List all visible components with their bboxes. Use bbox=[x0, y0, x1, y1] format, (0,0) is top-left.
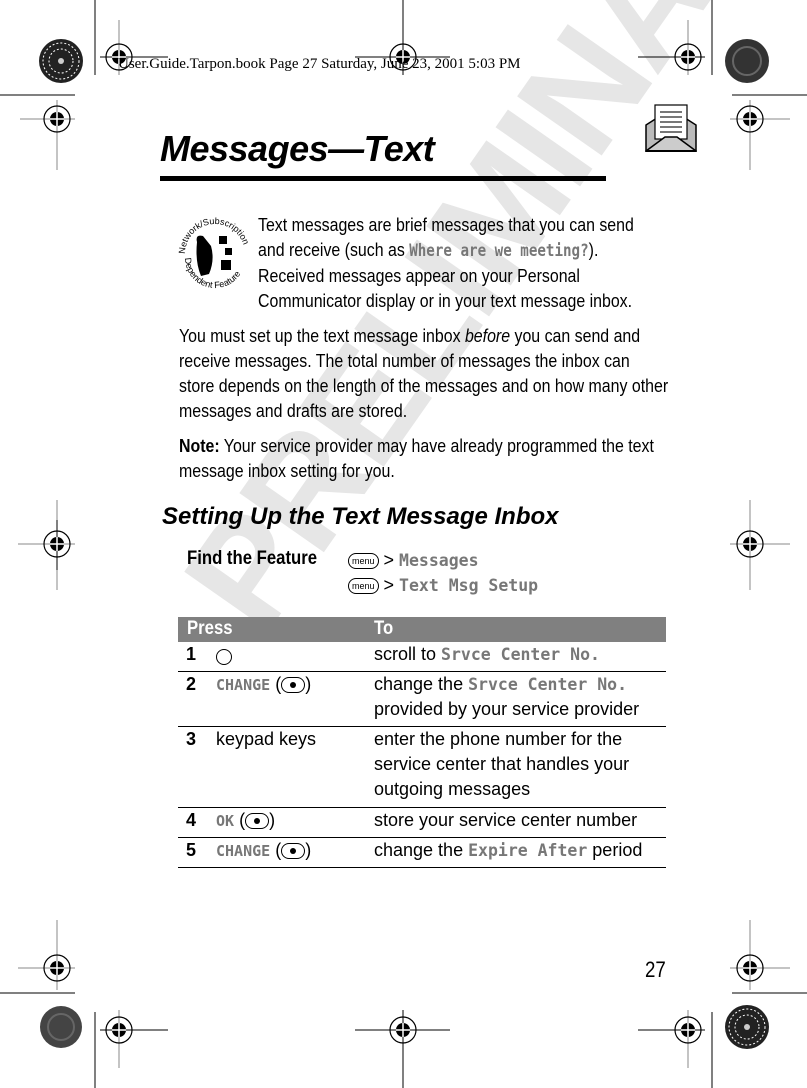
section-title: Setting Up the Text Message Inbox bbox=[162, 503, 559, 530]
crosshair-left-upper bbox=[20, 100, 75, 170]
procedure-table: Press To 1 scroll to Srvce Center No. 2 … bbox=[178, 617, 666, 868]
page-title: Messages—Text bbox=[160, 128, 435, 169]
title-rule bbox=[160, 176, 606, 181]
print-header: User.Guide.Tarpon.book Page 27 Saturday,… bbox=[118, 56, 521, 72]
star-mark-top-left bbox=[38, 38, 84, 84]
table-row: 5 CHANGE () change the Expire After peri… bbox=[178, 838, 666, 868]
table-row: 1 scroll to Srvce Center No. bbox=[178, 642, 666, 672]
find-feature-label: Find the Feature bbox=[187, 548, 318, 569]
intro-paragraph: Text messages are brief messages that yo… bbox=[258, 214, 634, 311]
svg-text:Dependent Feature: Dependent Feature bbox=[183, 257, 242, 290]
header-press: Press bbox=[187, 618, 233, 639]
crosshair-left-lower bbox=[18, 920, 75, 990]
envelope-message-icon bbox=[645, 104, 697, 152]
example-message: Where are we meeting? bbox=[409, 241, 589, 260]
table-row: 2 CHANGE () change the Srvce Center No. … bbox=[178, 672, 666, 727]
star-mark-bottom-left bbox=[40, 1006, 82, 1048]
table-row: 4 OK () store your service center number bbox=[178, 808, 666, 838]
table-row: 3 keypad keys enter the phone number for… bbox=[178, 727, 666, 808]
crosshair-bottom-left bbox=[100, 1010, 168, 1068]
table-header: Press To bbox=[178, 617, 666, 642]
crosshair-right-lower bbox=[730, 920, 790, 990]
star-mark-bottom-right bbox=[724, 1004, 770, 1050]
network-dependent-feature-icon: Network/Subscription Dependent Feature bbox=[177, 216, 251, 290]
crosshair-left-middle bbox=[18, 500, 75, 590]
menu-key-icon: menu bbox=[348, 553, 379, 570]
select-key-icon bbox=[281, 677, 306, 694]
crosshair-top-right bbox=[638, 20, 705, 75]
setup-paragraph: You must set up the text message inbox b… bbox=[179, 325, 669, 421]
crosshair-right-upper bbox=[730, 100, 790, 170]
menu-key-icon: menu bbox=[348, 578, 379, 595]
star-mark-top-right bbox=[725, 39, 769, 83]
crosshair-right-middle bbox=[730, 500, 790, 590]
select-key-icon bbox=[281, 843, 306, 860]
find-feature-path: menu > Messages menu > Text Msg Setup bbox=[348, 548, 538, 598]
svg-text:Network/Subscription: Network/Subscription bbox=[177, 216, 251, 254]
crosshair-bottom-right bbox=[638, 1010, 705, 1068]
navigation-key-icon bbox=[216, 649, 232, 666]
header-to: To bbox=[374, 618, 394, 639]
page-number: 27 bbox=[645, 957, 666, 982]
note-label: Note: bbox=[179, 435, 220, 456]
note-paragraph: Note: Your service provider may have alr… bbox=[179, 435, 654, 481]
select-key-icon bbox=[245, 813, 270, 830]
crosshair-bottom-center bbox=[355, 1010, 450, 1088]
